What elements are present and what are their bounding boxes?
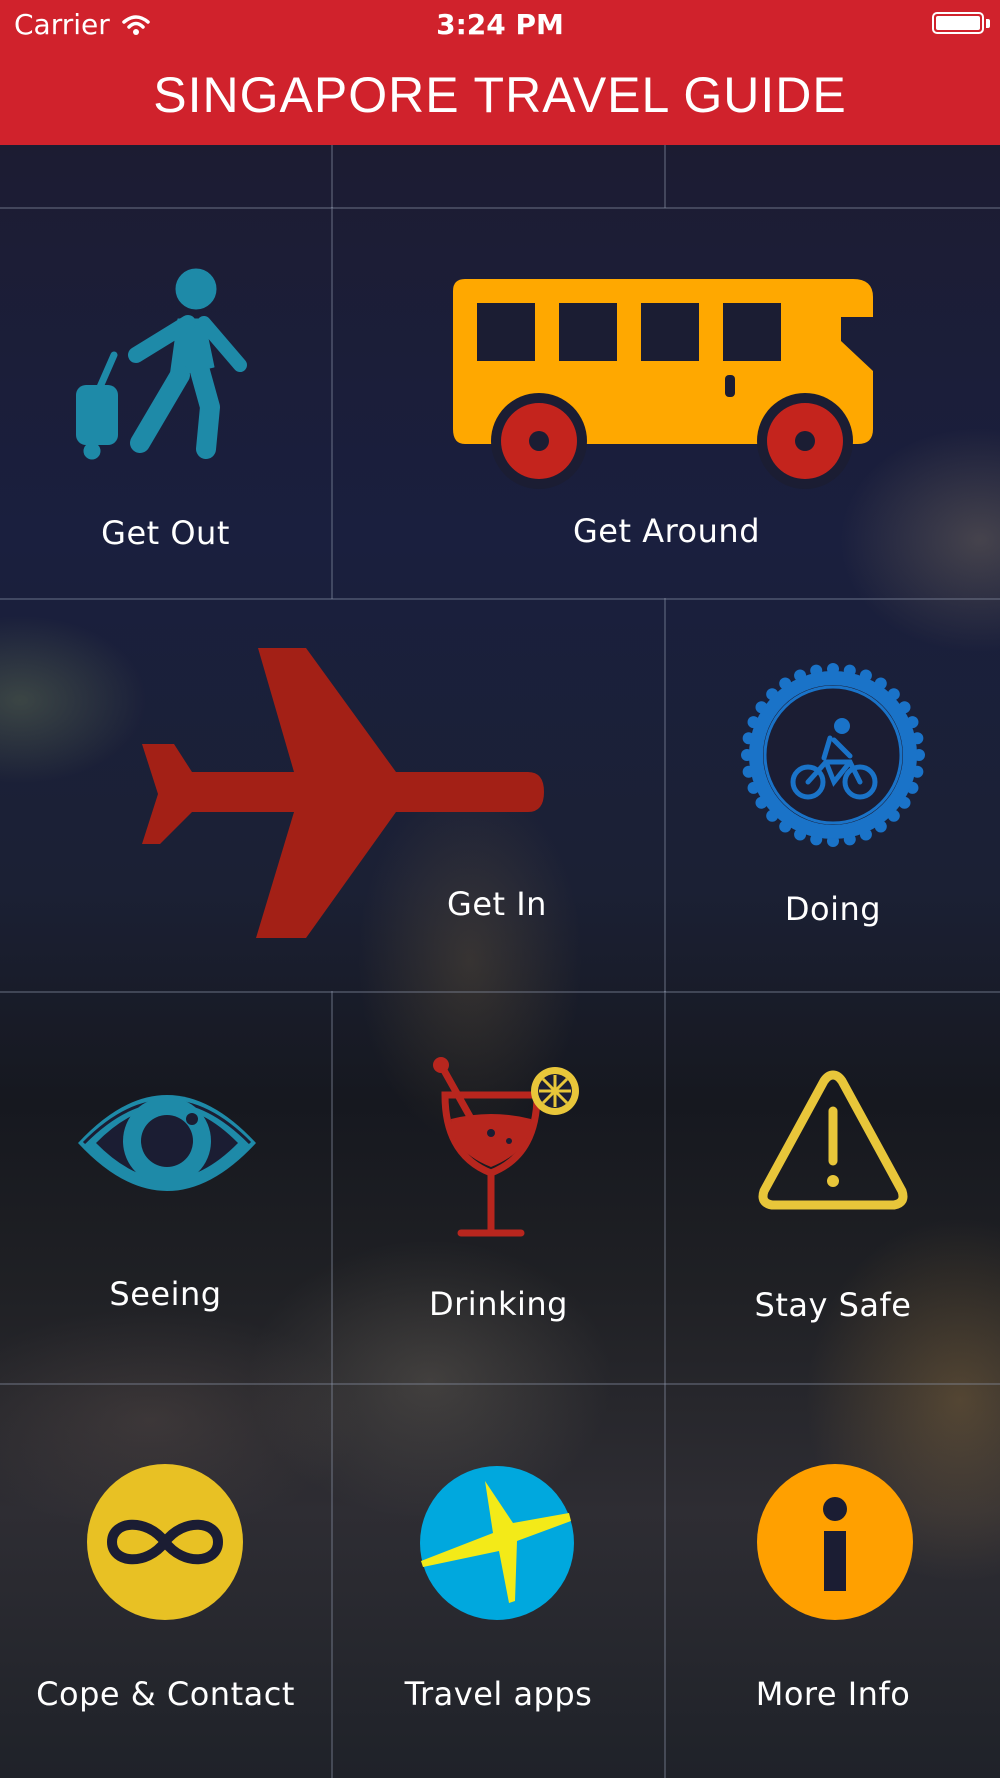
tile-get-around[interactable]: Get Around (333, 209, 1000, 598)
tile-stay-safe[interactable]: Stay Safe (666, 993, 1000, 1383)
cocktail-icon (433, 1057, 579, 1237)
tile-label: Get In (447, 885, 547, 923)
walking-traveler-icon (76, 268, 247, 460)
tile-label: Drinking (429, 1285, 568, 1323)
cycling-gear-icon (741, 663, 925, 847)
tile-get-in[interactable]: Get In (0, 600, 664, 991)
status-time: 3:24 PM (436, 8, 564, 41)
tile-drinking[interactable]: Drinking (333, 993, 664, 1383)
tile-label: Doing (784, 890, 882, 928)
bus-icon (453, 279, 873, 489)
tile-label: Travel apps (404, 1675, 593, 1713)
app-header: Carrier 3:24 PM SINGAPORE TRAVEL GUIDE (0, 0, 1000, 145)
battery-tip (986, 19, 990, 28)
grid-divider (664, 145, 666, 208)
tile-label: Stay Safe (754, 1286, 912, 1324)
tile-get-out[interactable]: Get Out (0, 209, 331, 598)
tile-travel-apps[interactable]: Travel apps (333, 1385, 664, 1778)
tile-doing[interactable]: Doing (666, 600, 1000, 991)
tile-label: Get Around (573, 512, 760, 550)
tile-label: Get Out (101, 514, 230, 552)
tile-label: Seeing (109, 1275, 222, 1313)
tile-seeing[interactable]: Seeing (0, 993, 331, 1383)
page-title: SINGAPORE TRAVEL GUIDE (153, 67, 847, 123)
eye-icon (78, 1095, 256, 1191)
grid-divider (331, 145, 333, 208)
battery-icon (932, 12, 984, 34)
warning-icon (758, 1070, 908, 1210)
infinity-icon (87, 1464, 243, 1620)
tile-more-info[interactable]: More Info (666, 1385, 1000, 1778)
tile-label: Cope & Contact (36, 1675, 295, 1713)
info-icon (757, 1464, 913, 1620)
tile-label: More Info (755, 1675, 911, 1713)
plane-circle-icon (420, 1466, 574, 1620)
tile-cope-contact[interactable]: Cope & Contact (0, 1385, 331, 1778)
